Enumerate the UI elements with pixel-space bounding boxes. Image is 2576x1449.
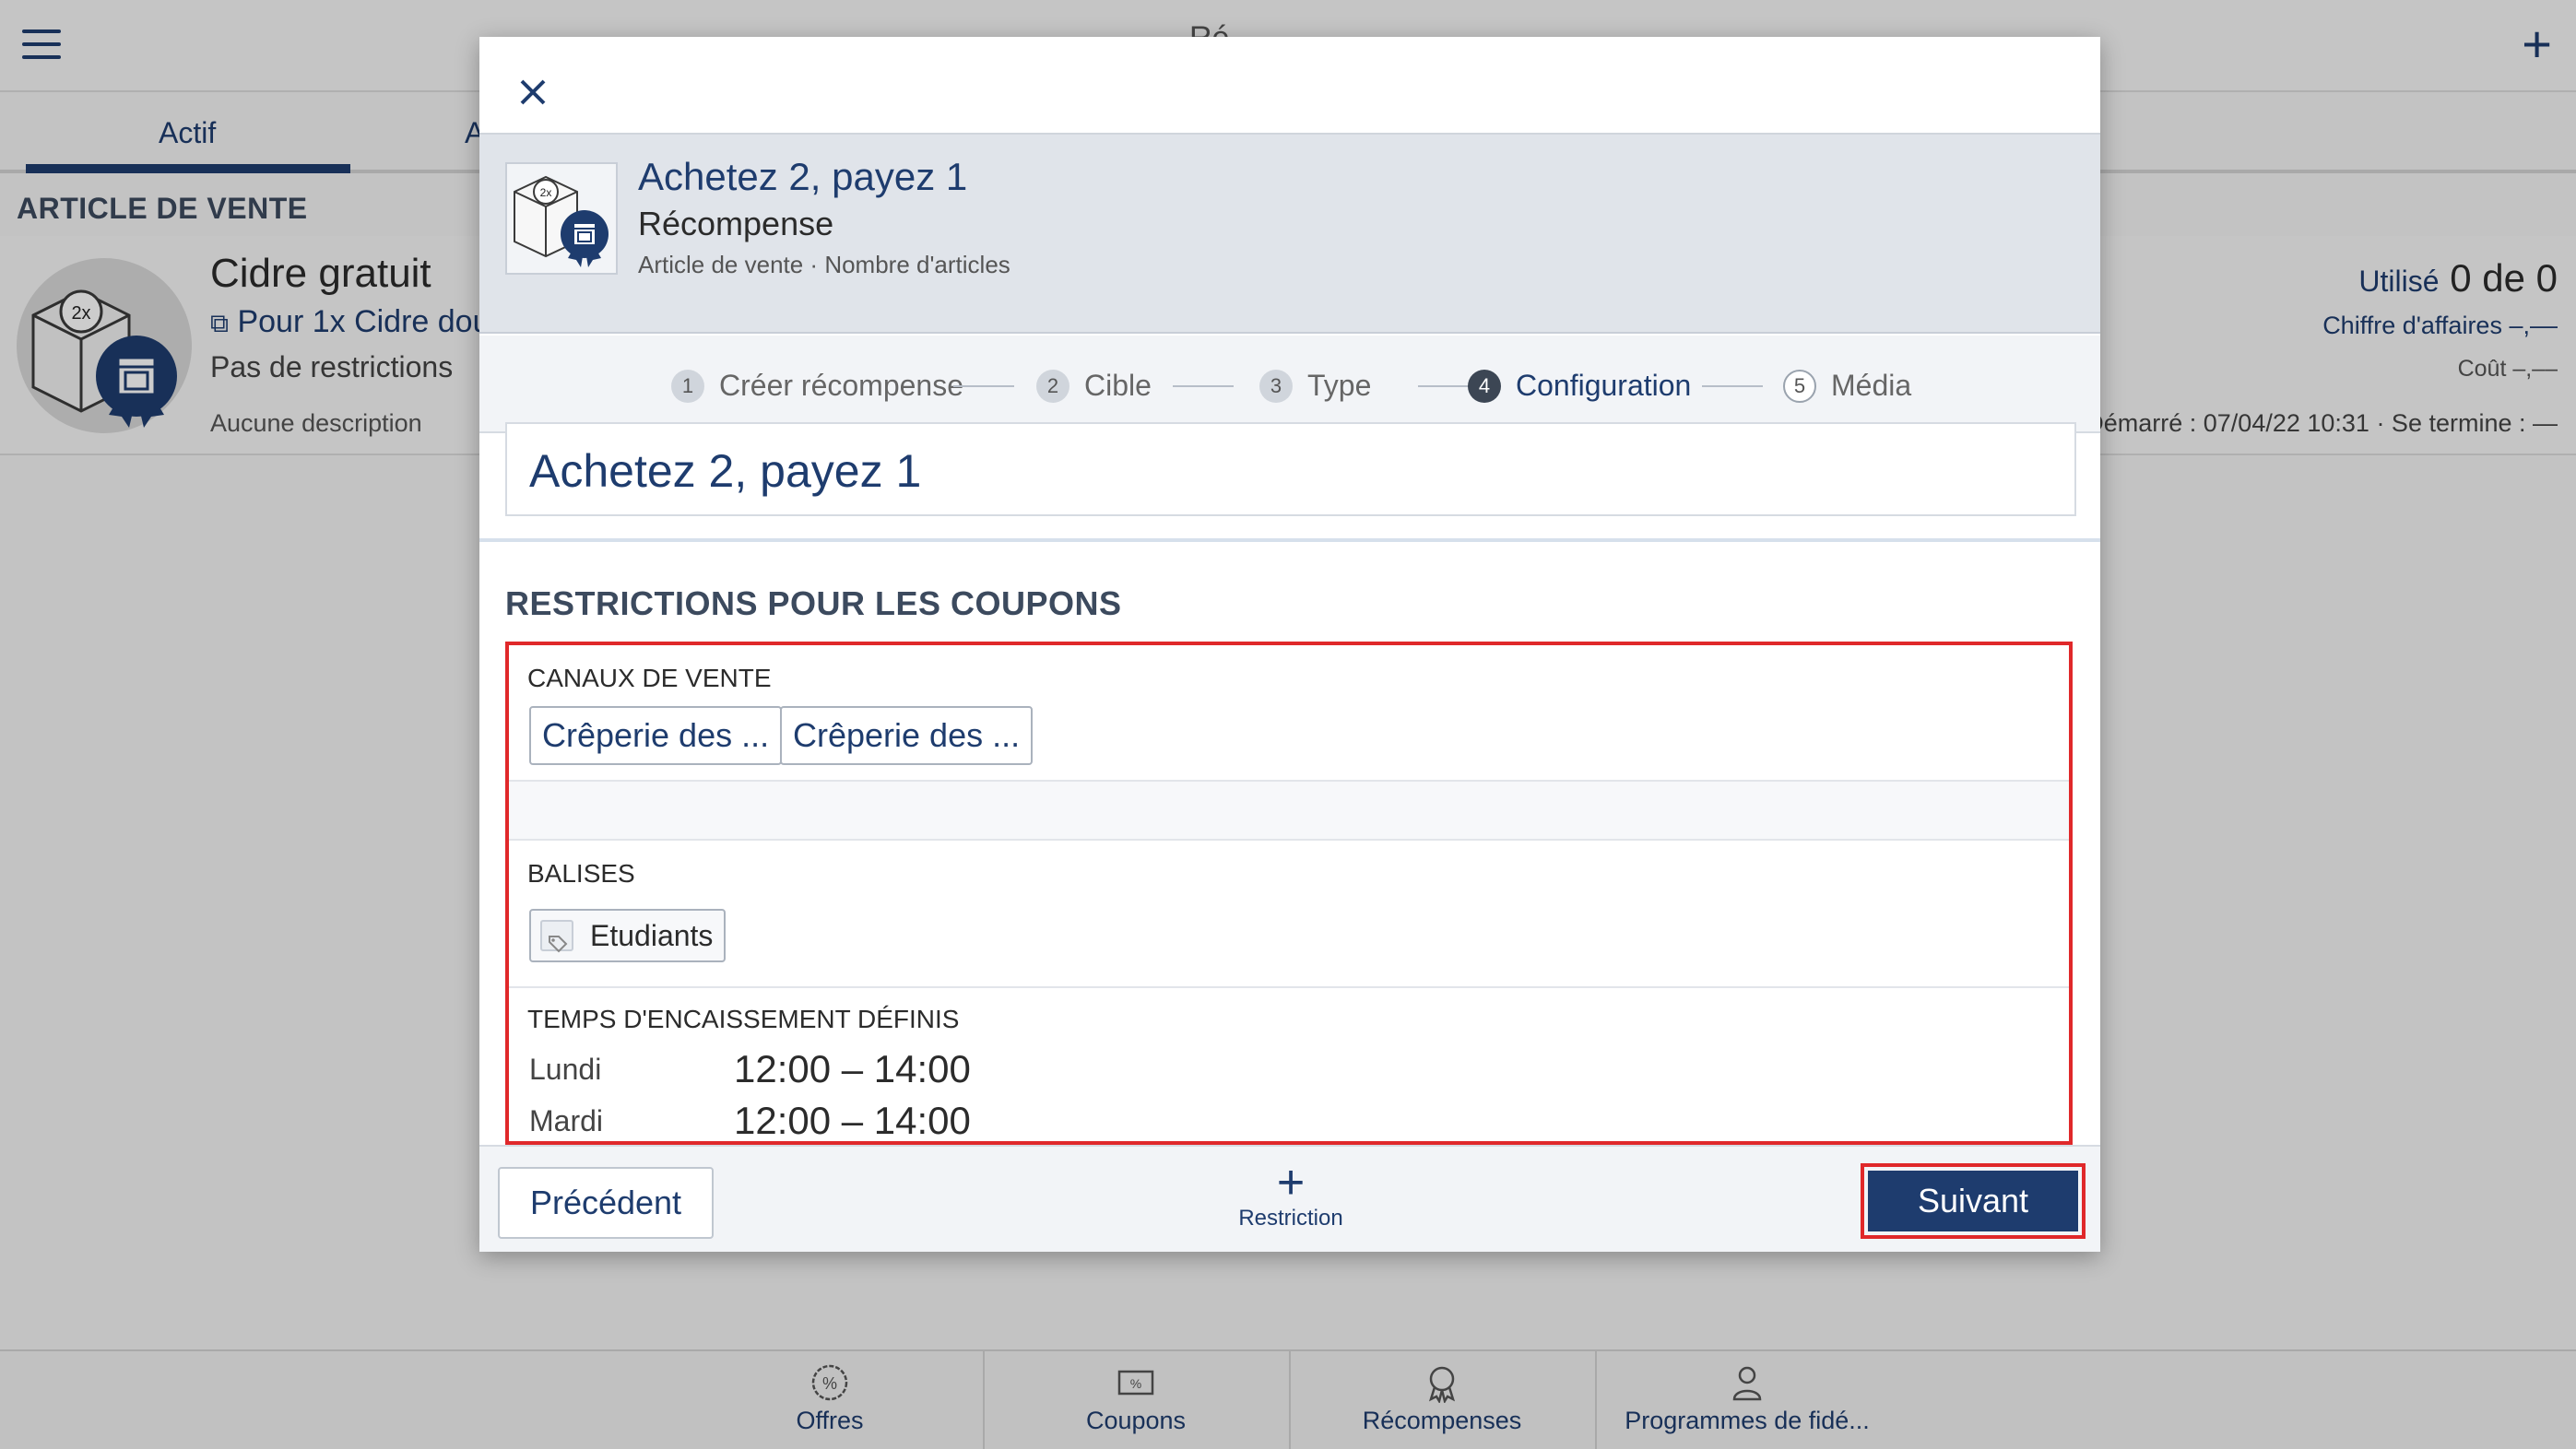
step-target[interactable]: 2 Cible bbox=[1036, 369, 1152, 403]
modal-header: 2x Achetez 2, payez 1 Récompense Article… bbox=[479, 133, 2100, 334]
step-create-reward[interactable]: 1 Créer récompense bbox=[671, 369, 963, 403]
wizard-stepper: 1 Créer récompense 2 Cible 3 Type 4 Conf… bbox=[479, 336, 2100, 433]
sales-channel-chip[interactable]: Crêperie des ... bbox=[780, 706, 1034, 765]
step-connector bbox=[953, 385, 1014, 387]
step-number: 3 bbox=[1259, 369, 1293, 403]
step-label: Configuration bbox=[1516, 369, 1692, 402]
svg-text:2x: 2x bbox=[540, 186, 552, 199]
sales-channel-chip[interactable]: Crêperie des ... bbox=[529, 706, 783, 765]
reward-name-field[interactable]: Achetez 2, payez 1 bbox=[505, 422, 2076, 516]
step-connector bbox=[1173, 385, 1234, 387]
step-number: 2 bbox=[1036, 369, 1069, 403]
close-icon bbox=[520, 79, 546, 105]
step-label: Cible bbox=[1084, 369, 1152, 402]
add-restriction-button[interactable]: + Restriction bbox=[1215, 1156, 1366, 1244]
time-range: 12:00 – 14:00 bbox=[734, 1047, 971, 1090]
sales-channels-label: CANAUX DE VENTE bbox=[527, 664, 772, 692]
reward-wizard-modal: 2x Achetez 2, payez 1 Récompense Article… bbox=[479, 37, 2100, 1252]
restrictions-panel: CANAUX DE VENTE Crêperie des ... Crêperi… bbox=[505, 642, 2073, 1145]
tags-label: BALISES bbox=[527, 859, 635, 888]
step-connector bbox=[1702, 385, 1763, 387]
close-button[interactable] bbox=[507, 66, 559, 118]
modal-reward-type: Récompense bbox=[638, 205, 834, 242]
time-range: 12:00 – 14:00 bbox=[734, 1099, 971, 1142]
restrictions-title: RESTRICTIONS POUR LES COUPONS bbox=[505, 584, 1122, 622]
add-restriction-label: Restriction bbox=[1238, 1206, 1343, 1231]
empty-section bbox=[509, 782, 2069, 841]
next-button[interactable]: Suivant bbox=[1868, 1171, 2078, 1231]
sales-channels-section: CANAUX DE VENTE Crêperie des ... Crêperi… bbox=[509, 645, 2069, 782]
tag-chip-label: Etudiants bbox=[590, 919, 714, 952]
step-configuration[interactable]: 4 Configuration bbox=[1468, 369, 1691, 403]
previous-button[interactable]: Précédent bbox=[498, 1167, 714, 1239]
reward-name-value: Achetez 2, payez 1 bbox=[529, 445, 922, 497]
tag-chip[interactable]: Etudiants bbox=[529, 909, 727, 962]
tags-section: BALISES Etudiants bbox=[509, 841, 2069, 988]
step-number: 5 bbox=[1783, 369, 1816, 403]
step-number: 1 bbox=[671, 369, 704, 403]
step-label: Type bbox=[1307, 369, 1372, 402]
step-label: Créer récompense bbox=[719, 369, 963, 402]
step-type[interactable]: 3 Type bbox=[1259, 369, 1371, 403]
step-label: Média bbox=[1831, 369, 1912, 402]
tag-icon bbox=[540, 920, 573, 953]
modal-footer: Précédent + Restriction Suivant bbox=[479, 1145, 2100, 1252]
checkout-times-section: TEMPS D'ENCAISSEMENT DÉFINIS Lundi 12:00… bbox=[509, 988, 2069, 1142]
day-label: Lundi bbox=[529, 1053, 602, 1086]
plus-icon: + bbox=[1276, 1156, 1306, 1209]
divider bbox=[479, 538, 2100, 542]
next-button-highlight: Suivant bbox=[1861, 1163, 2086, 1239]
modal-title: Achetez 2, payez 1 bbox=[638, 155, 968, 198]
step-number: 4 bbox=[1468, 369, 1501, 403]
reward-icon: 2x bbox=[505, 162, 618, 275]
step-media[interactable]: 5 Média bbox=[1783, 369, 1911, 403]
checkout-times-label: TEMPS D'ENCAISSEMENT DÉFINIS bbox=[527, 1005, 960, 1033]
day-label: Mardi bbox=[529, 1104, 604, 1137]
modal-reward-meta: Article de vente · Nombre d'articles bbox=[638, 251, 1010, 278]
